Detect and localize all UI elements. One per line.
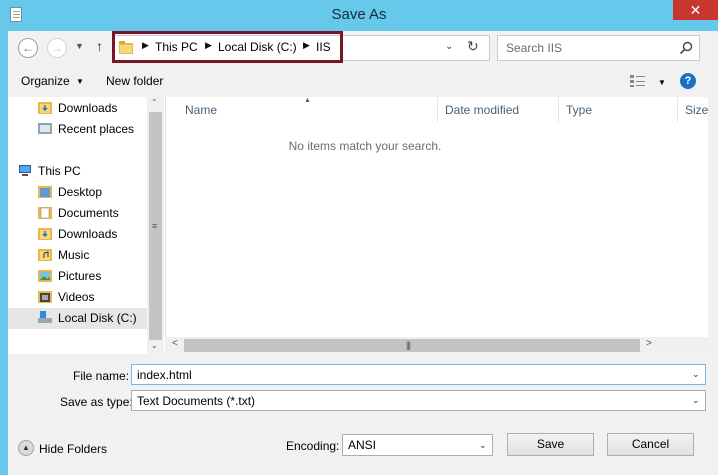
help-icon[interactable]: ? <box>680 73 696 89</box>
recent-locations-dropdown[interactable]: ▼ <box>75 41 84 51</box>
address-history-dropdown-icon[interactable]: ⌄ <box>445 41 453 52</box>
sidebar-item-local-disk[interactable]: Local Disk (C:) <box>8 308 148 329</box>
view-options-icon[interactable] <box>629 74 647 88</box>
sidebar-item-downloads[interactable]: Downloads <box>8 98 148 119</box>
sidebar-item-documents[interactable]: Documents <box>8 203 148 224</box>
organize-button[interactable]: Organize <box>21 74 70 88</box>
sidebar-item-label: Downloads <box>58 101 118 115</box>
downloads-folder-icon <box>38 228 52 240</box>
search-input[interactable] <box>498 36 673 60</box>
scroll-up-icon[interactable]: ⌃ <box>151 98 158 107</box>
sidebar-item-label: This PC <box>38 164 81 178</box>
documents-folder-icon <box>38 207 52 219</box>
forward-arrow-icon: → <box>51 41 63 55</box>
scroll-down-icon[interactable]: ⌄ <box>151 341 158 350</box>
breadcrumb-separator[interactable]: ▶ <box>205 40 212 51</box>
computer-icon <box>19 165 31 176</box>
column-header-date-modified[interactable]: Date modified <box>445 103 519 117</box>
hide-folders-label: Hide Folders <box>39 442 108 456</box>
sidebar-item-pictures[interactable]: Pictures <box>8 266 148 287</box>
chevron-down-icon[interactable]: ⌄ <box>692 395 700 406</box>
encoding-select[interactable]: ANSI ⌄ <box>342 434 493 456</box>
sidebar-item-recent-places[interactable]: Recent places <box>8 119 148 140</box>
savetype-label: Save as type: <box>60 395 133 409</box>
back-button[interactable]: ← <box>18 38 38 58</box>
recent-places-icon <box>38 123 52 134</box>
encoding-value: ANSI <box>348 438 377 452</box>
encoding-label: Encoding: <box>286 439 340 453</box>
breadcrumb-iis[interactable]: IIS <box>316 40 331 54</box>
column-header-name[interactable]: Name <box>185 103 217 117</box>
column-header-type[interactable]: Type <box>566 103 592 117</box>
videos-folder-icon <box>38 291 52 303</box>
pictures-folder-icon <box>38 270 52 282</box>
sidebar-item-label: Downloads <box>58 227 118 241</box>
chevron-down-icon[interactable]: ▼ <box>658 78 666 87</box>
sidebar-item-label: Documents <box>58 206 119 220</box>
save-button[interactable]: Save <box>507 433 594 456</box>
column-divider[interactable] <box>558 97 559 122</box>
grip-icon: ||| <box>406 340 411 350</box>
grip-icon: ≡ <box>152 221 158 231</box>
breadcrumb-this-pc[interactable]: This PC <box>155 40 198 54</box>
search-icon[interactable] <box>678 40 694 56</box>
folder-icon <box>38 186 52 198</box>
file-list-pane[interactable] <box>165 97 708 337</box>
breadcrumb-separator[interactable]: ▶ <box>303 40 310 51</box>
sidebar-item-desktop[interactable]: Desktop <box>8 182 148 203</box>
empty-folder-message: No items match your search. <box>288 139 442 153</box>
column-divider[interactable] <box>677 97 678 122</box>
back-arrow-icon: ← <box>22 41 34 55</box>
folder-icon <box>119 41 133 54</box>
close-button[interactable]: ✕ <box>673 0 718 20</box>
scroll-left-icon[interactable]: < <box>172 338 178 349</box>
chevron-down-icon[interactable]: ▼ <box>76 77 84 86</box>
sidebar-item-downloads-2[interactable]: Downloads <box>8 224 148 245</box>
savetype-value: Text Documents (*.txt) <box>137 394 256 408</box>
sidebar-item-label: Recent places <box>58 122 135 136</box>
sidebar-item-this-pc[interactable]: This PC <box>0 161 128 182</box>
breadcrumb-local-disk[interactable]: Local Disk (C:) <box>218 40 297 54</box>
sidebar-item-label: Local Disk (C:) <box>58 311 137 325</box>
filename-input[interactable] <box>132 365 682 384</box>
search-box <box>497 35 700 61</box>
breadcrumb-separator[interactable]: ▶ <box>142 40 149 51</box>
scroll-right-icon[interactable]: > <box>646 338 652 349</box>
window-edge <box>708 97 718 354</box>
sidebar-item-label: Videos <box>58 290 95 304</box>
column-divider[interactable] <box>437 97 438 122</box>
refresh-icon[interactable]: ↻ <box>467 38 479 55</box>
sidebar-item-label: Desktop <box>58 185 103 199</box>
chevron-up-icon: ▲ <box>18 440 34 456</box>
sort-ascending-icon: ▲ <box>304 97 311 104</box>
savetype-select[interactable]: Text Documents (*.txt) ⌄ <box>131 390 706 411</box>
filename-label: File name: <box>73 369 130 383</box>
up-one-level-button[interactable]: ↑ <box>96 38 103 54</box>
filename-combobox: ⌄ <box>131 364 706 385</box>
cancel-button[interactable]: Cancel <box>607 433 694 456</box>
forward-button[interactable]: → <box>47 38 67 58</box>
sidebar-item-music[interactable]: Music <box>8 245 148 266</box>
chevron-down-icon[interactable]: ⌄ <box>692 369 700 380</box>
new-folder-button[interactable]: New folder <box>106 74 163 88</box>
horizontal-scrollbar-thumb[interactable] <box>184 339 640 352</box>
drive-icon <box>38 311 52 323</box>
window-title: Save As <box>331 6 387 23</box>
sidebar-item-label: Music <box>58 248 90 262</box>
sidebar-item-label: Pictures <box>58 269 102 283</box>
sidebar-item-videos[interactable]: Videos <box>8 287 148 308</box>
downloads-folder-icon <box>38 102 52 114</box>
chevron-down-icon[interactable]: ⌄ <box>479 440 487 451</box>
music-folder-icon <box>38 249 52 261</box>
column-header-size[interactable]: Size <box>685 103 708 117</box>
